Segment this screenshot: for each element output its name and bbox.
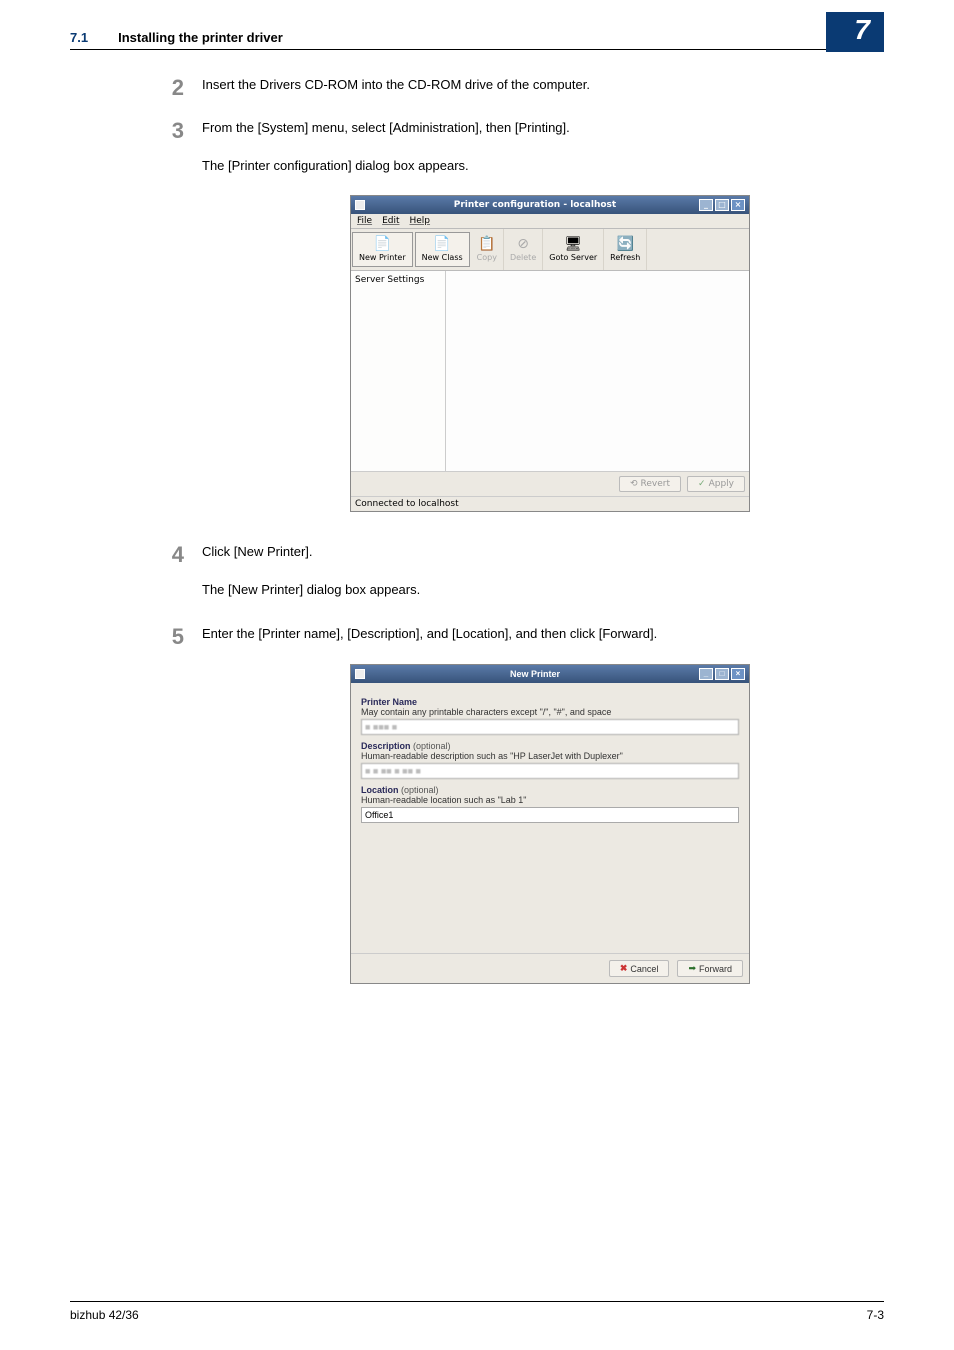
forward-button[interactable]: ➡Forward bbox=[677, 960, 743, 977]
copy-button[interactable]: 📋Copy bbox=[471, 229, 504, 270]
step-number-2: 2 bbox=[156, 70, 202, 105]
maximize-button[interactable]: □ bbox=[715, 199, 729, 211]
page-footer: bizhub 42/36 7-3 bbox=[70, 1301, 884, 1322]
forward-icon: ➡ bbox=[688, 963, 696, 974]
toolbar: 📄New Printer 📄New Class 📋Copy ⊘Delete 🖥G… bbox=[351, 229, 749, 271]
section-number: 7.1 bbox=[70, 30, 88, 45]
minimize-button[interactable]: _ bbox=[699, 199, 713, 211]
printer-plus-icon: 📄 bbox=[374, 237, 391, 251]
chapter-badge: 7 bbox=[826, 12, 884, 52]
description-input[interactable] bbox=[361, 763, 739, 779]
sidebar-item-server-settings[interactable]: Server Settings bbox=[355, 275, 441, 285]
delete-button[interactable]: ⊘Delete bbox=[504, 229, 543, 270]
server-icon: 🖥 bbox=[564, 237, 582, 251]
step-text-4: Click [New Printer]. bbox=[202, 537, 884, 572]
revert-button[interactable]: ⟲Revert bbox=[619, 476, 681, 492]
step-subtext-4: The [New Printer] dialog box appears. bbox=[202, 580, 884, 601]
new-printer-window: New Printer _ □ × Printer Name May conta… bbox=[350, 664, 750, 984]
location-label: Location (optional) bbox=[361, 785, 739, 795]
check-icon: ✓ bbox=[698, 479, 706, 489]
class-plus-icon: 📄 bbox=[433, 237, 450, 251]
printer-name-input[interactable] bbox=[361, 719, 739, 735]
window-titlebar[interactable]: New Printer _ □ × bbox=[351, 665, 749, 683]
new-class-button[interactable]: 📄New Class bbox=[415, 232, 470, 267]
cancel-button[interactable]: ✖Cancel bbox=[609, 960, 670, 977]
menu-edit[interactable]: Edit bbox=[382, 216, 399, 226]
cancel-icon: ✖ bbox=[620, 963, 628, 974]
step-text-3: From the [System] menu, select [Administ… bbox=[202, 113, 884, 148]
printer-name-label: Printer Name bbox=[361, 697, 739, 707]
section-title: Installing the printer driver bbox=[118, 30, 283, 45]
step-text-5: Enter the [Printer name], [Description],… bbox=[202, 619, 884, 654]
step-number-3: 3 bbox=[156, 113, 202, 148]
apply-button[interactable]: ✓Apply bbox=[687, 476, 745, 492]
section-header: 7.1 Installing the printer driver bbox=[70, 30, 884, 50]
window-title: Printer configuration - localhost bbox=[371, 200, 699, 210]
refresh-button[interactable]: 🔄Refresh bbox=[604, 229, 647, 270]
window-icon bbox=[355, 669, 365, 679]
footer-page-number: 7-3 bbox=[867, 1308, 884, 1322]
location-hint: Human-readable location such as "Lab 1" bbox=[361, 795, 739, 805]
window-icon bbox=[355, 200, 365, 210]
step-subtext-3: The [Printer configuration] dialog box a… bbox=[202, 156, 884, 177]
delete-icon: ⊘ bbox=[517, 237, 529, 251]
location-input[interactable] bbox=[361, 807, 739, 823]
step-number-5: 5 bbox=[156, 619, 202, 654]
step-number-4: 4 bbox=[156, 537, 202, 572]
printer-name-hint: May contain any printable characters exc… bbox=[361, 707, 739, 717]
footer-model: bizhub 42/36 bbox=[70, 1308, 139, 1322]
copy-icon: 📋 bbox=[478, 237, 495, 251]
printer-config-window: Printer configuration - localhost _ □ × … bbox=[350, 195, 750, 512]
menu-help[interactable]: Help bbox=[410, 216, 431, 226]
close-button[interactable]: × bbox=[731, 668, 745, 680]
status-bar: Connected to localhost bbox=[351, 496, 749, 511]
goto-server-button[interactable]: 🖥Goto Server bbox=[543, 229, 604, 270]
step-text-2: Insert the Drivers CD-ROM into the CD-RO… bbox=[202, 70, 884, 105]
window-titlebar[interactable]: Printer configuration - localhost _ □ × bbox=[351, 196, 749, 214]
revert-icon: ⟲ bbox=[630, 479, 638, 489]
description-label: Description (optional) bbox=[361, 741, 739, 751]
new-printer-button[interactable]: 📄New Printer bbox=[352, 232, 413, 267]
minimize-button[interactable]: _ bbox=[699, 668, 713, 680]
close-button[interactable]: × bbox=[731, 199, 745, 211]
window-title: New Printer bbox=[371, 669, 699, 679]
menu-file[interactable]: File bbox=[357, 216, 372, 226]
refresh-icon: 🔄 bbox=[617, 237, 634, 251]
main-panel bbox=[446, 271, 749, 471]
description-hint: Human-readable description such as "HP L… bbox=[361, 751, 739, 761]
sidebar: Server Settings bbox=[351, 271, 446, 471]
menu-bar: File Edit Help bbox=[351, 214, 749, 229]
maximize-button[interactable]: □ bbox=[715, 668, 729, 680]
